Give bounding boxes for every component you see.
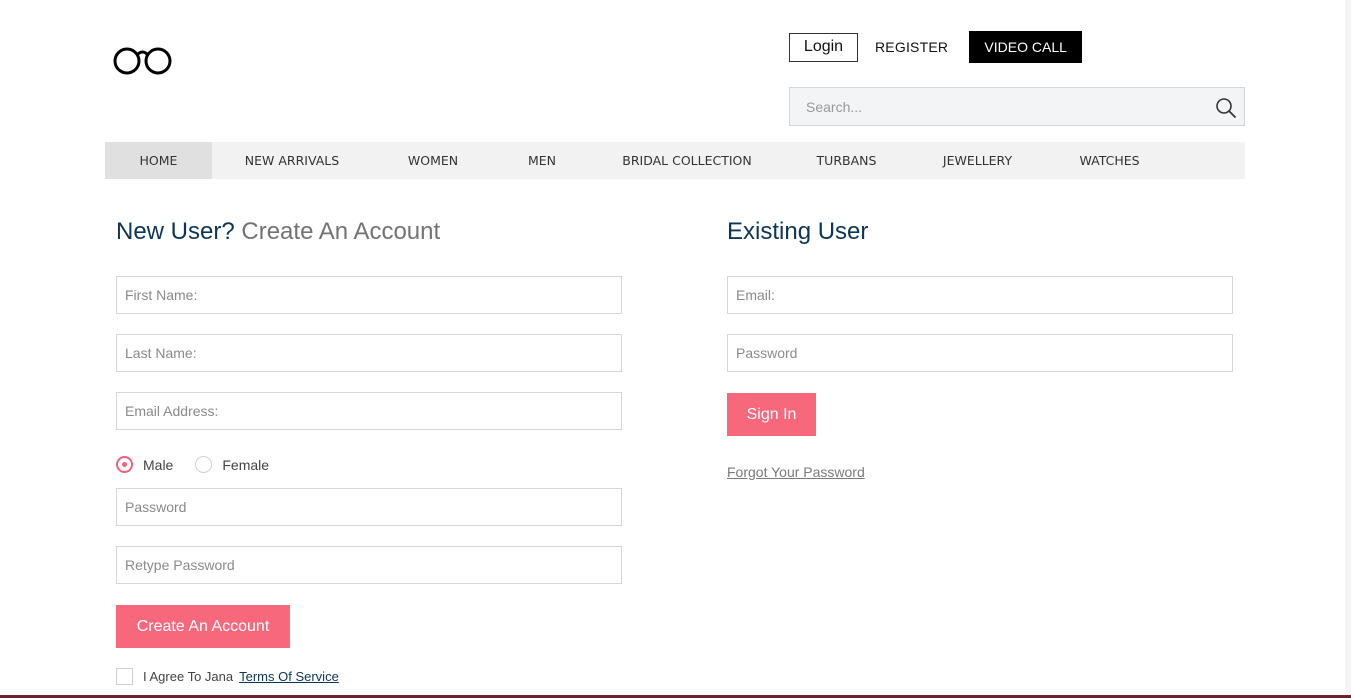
login-heading: Existing User <box>727 218 869 245</box>
page-scrollbar[interactable] <box>1345 0 1351 698</box>
agree-text: I Agree To Jana <box>143 669 234 684</box>
first-name-field[interactable] <box>116 276 622 314</box>
search-bar <box>789 87 1245 126</box>
female-radio[interactable] <box>195 456 213 473</box>
nav-item-watches[interactable]: WATCHES <box>1046 142 1173 179</box>
main-nav: HOME NEW ARRIVALS WOMEN MEN BRIDAL COLLE… <box>105 142 1245 179</box>
male-radio[interactable] <box>116 456 133 473</box>
nav-item-jewellery[interactable]: JEWELLERY <box>909 142 1046 179</box>
female-radio-label: Female <box>222 456 270 473</box>
retype-password-field[interactable] <box>116 546 622 584</box>
email-address-field[interactable] <box>116 392 622 430</box>
header-actions: Login REGISTER VIDEO CALL <box>789 31 1083 63</box>
register-password-field[interactable] <box>116 488 622 526</box>
video-call-button[interactable]: VIDEO CALL <box>969 31 1083 63</box>
search-input[interactable] <box>790 88 1244 125</box>
sign-in-button[interactable]: Sign In <box>727 393 816 436</box>
nav-item-women[interactable]: WOMEN <box>372 142 494 179</box>
nav-item-home[interactable]: HOME <box>105 142 212 179</box>
login-password-field[interactable] <box>727 334 1233 372</box>
register-heading-sub: Create An Account <box>241 218 441 245</box>
search-icon[interactable] <box>1214 96 1238 120</box>
forgot-password-link[interactable]: Forgot Your Password <box>727 464 865 480</box>
glasses-logo-icon[interactable] <box>113 44 175 78</box>
nav-item-turbans[interactable]: TURBANS <box>784 142 909 179</box>
male-radio-label: Male <box>143 456 174 473</box>
agree-checkbox[interactable] <box>116 668 133 685</box>
login-button[interactable]: Login <box>789 32 858 62</box>
terms-of-service-link[interactable]: Terms Of Service <box>239 669 339 684</box>
login-email-field[interactable] <box>727 276 1233 314</box>
create-account-button[interactable]: Create An Account <box>116 605 290 648</box>
register-link[interactable]: REGISTER <box>875 39 948 55</box>
register-heading: New User? Create An Account <box>116 218 440 246</box>
register-heading-main: New User? <box>116 218 235 245</box>
nav-item-new-arrivals[interactable]: NEW ARRIVALS <box>212 142 372 179</box>
last-name-field[interactable] <box>116 334 622 372</box>
terms-agreement: I Agree To Jana Terms Of Service <box>116 668 339 685</box>
gender-selector: Male Female <box>116 456 269 473</box>
nav-item-men[interactable]: MEN <box>494 142 590 179</box>
nav-item-bridal-collection[interactable]: BRIDAL COLLECTION <box>590 142 784 179</box>
